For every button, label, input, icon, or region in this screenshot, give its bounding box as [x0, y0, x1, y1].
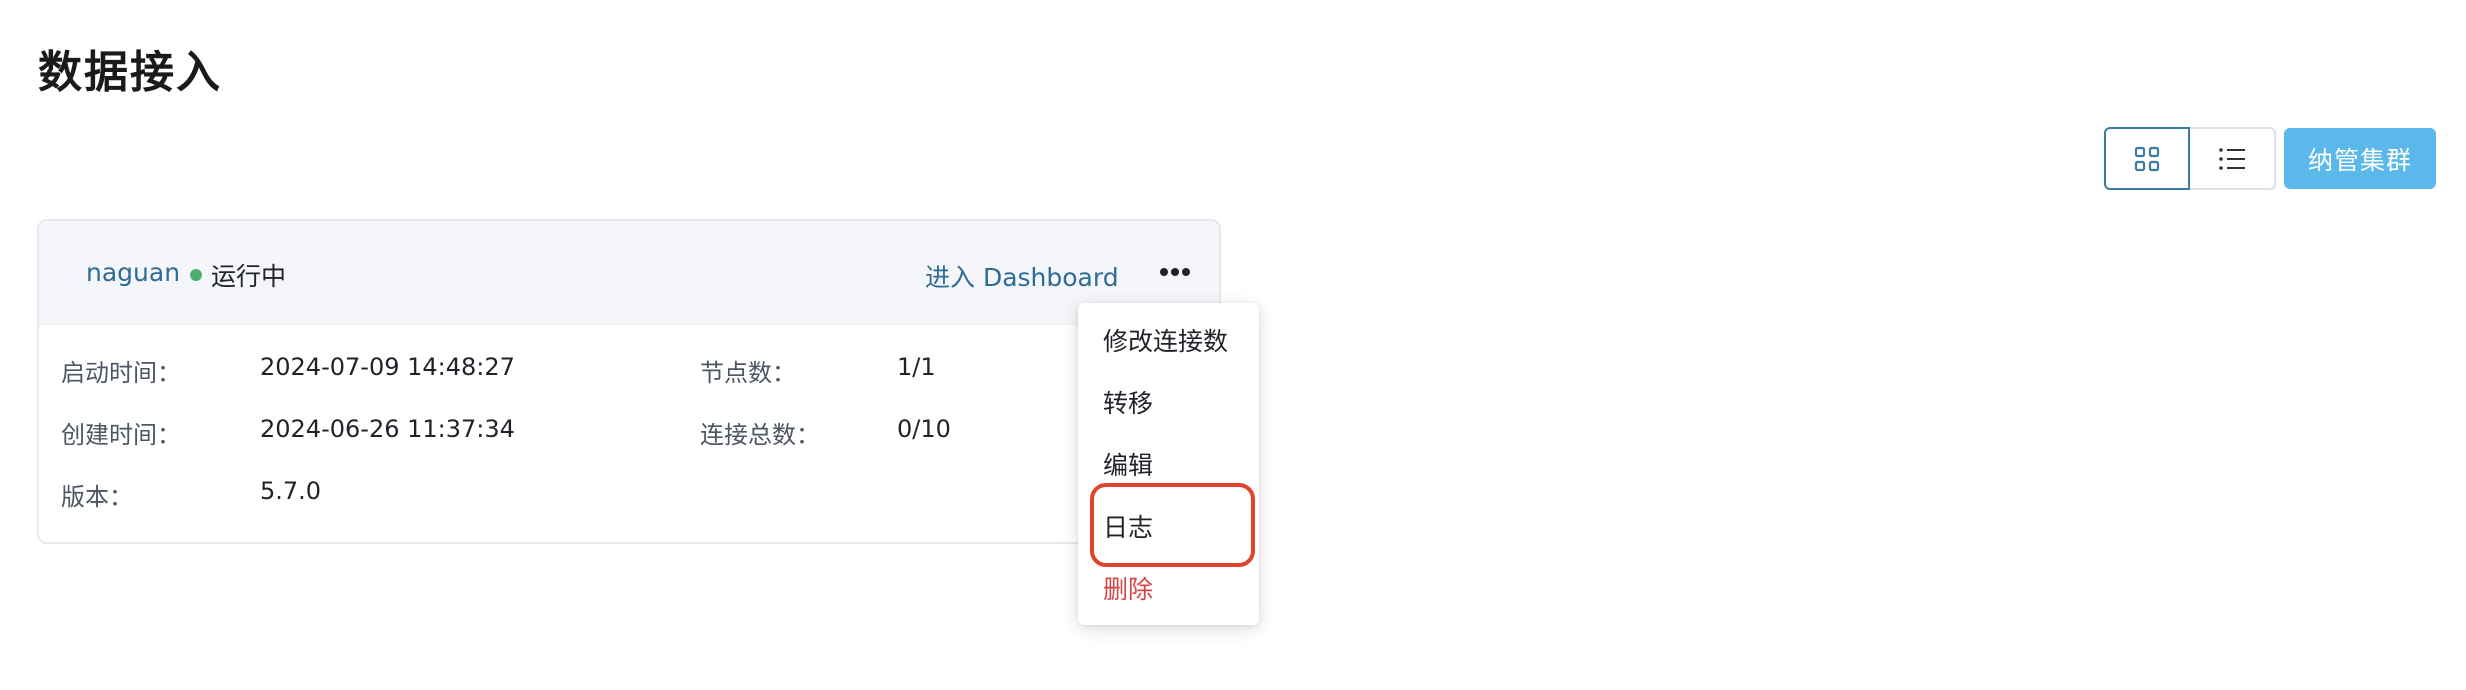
status-text: 运行中	[211, 262, 287, 291]
cluster-card: naguan 运行中 进入 Dashboard 启动时间： 2024-07-09…	[37, 219, 1221, 544]
created-time-label: 创建时间：	[61, 421, 181, 449]
nodes-label: 节点数：	[700, 359, 796, 387]
enter-dashboard-link[interactable]: 进入 Dashboard	[925, 258, 1119, 294]
logs-highlight-box	[1090, 483, 1255, 567]
cluster-name[interactable]: naguan	[86, 258, 180, 287]
menu-item-edit[interactable]: 编辑	[1103, 446, 1153, 482]
menu-item-delete[interactable]: 删除	[1103, 570, 1153, 606]
list-view-button[interactable]	[2190, 127, 2276, 190]
more-horizontal-icon[interactable]	[1154, 251, 1196, 293]
list-icon	[2219, 147, 2245, 170]
cluster-card-header: naguan 运行中 进入 Dashboard	[39, 221, 1219, 325]
menu-item-modify-connections[interactable]: 修改连接数	[1103, 322, 1228, 358]
start-time-label: 启动时间：	[61, 359, 181, 387]
created-time-value: 2024-06-26 11:37:34	[260, 415, 515, 443]
start-time-value: 2024-07-09 14:48:27	[260, 353, 515, 381]
more-actions-menu: 修改连接数 转移 编辑 日志 删除	[1078, 303, 1259, 625]
version-label: 版本：	[61, 483, 133, 511]
page-title: 数据接入	[38, 47, 222, 98]
nodes-value: 1/1	[897, 353, 936, 381]
status-dot	[190, 269, 202, 281]
menu-item-transfer[interactable]: 转移	[1103, 384, 1153, 420]
add-cluster-button[interactable]: 纳管集群	[2284, 128, 2436, 189]
version-value: 5.7.0	[260, 477, 322, 505]
connections-label: 连接总数：	[700, 421, 820, 449]
grid-icon	[2134, 146, 2160, 171]
grid-view-button[interactable]	[2104, 127, 2190, 190]
connections-value: 0/10	[897, 415, 951, 443]
view-toggle	[2104, 127, 2276, 190]
